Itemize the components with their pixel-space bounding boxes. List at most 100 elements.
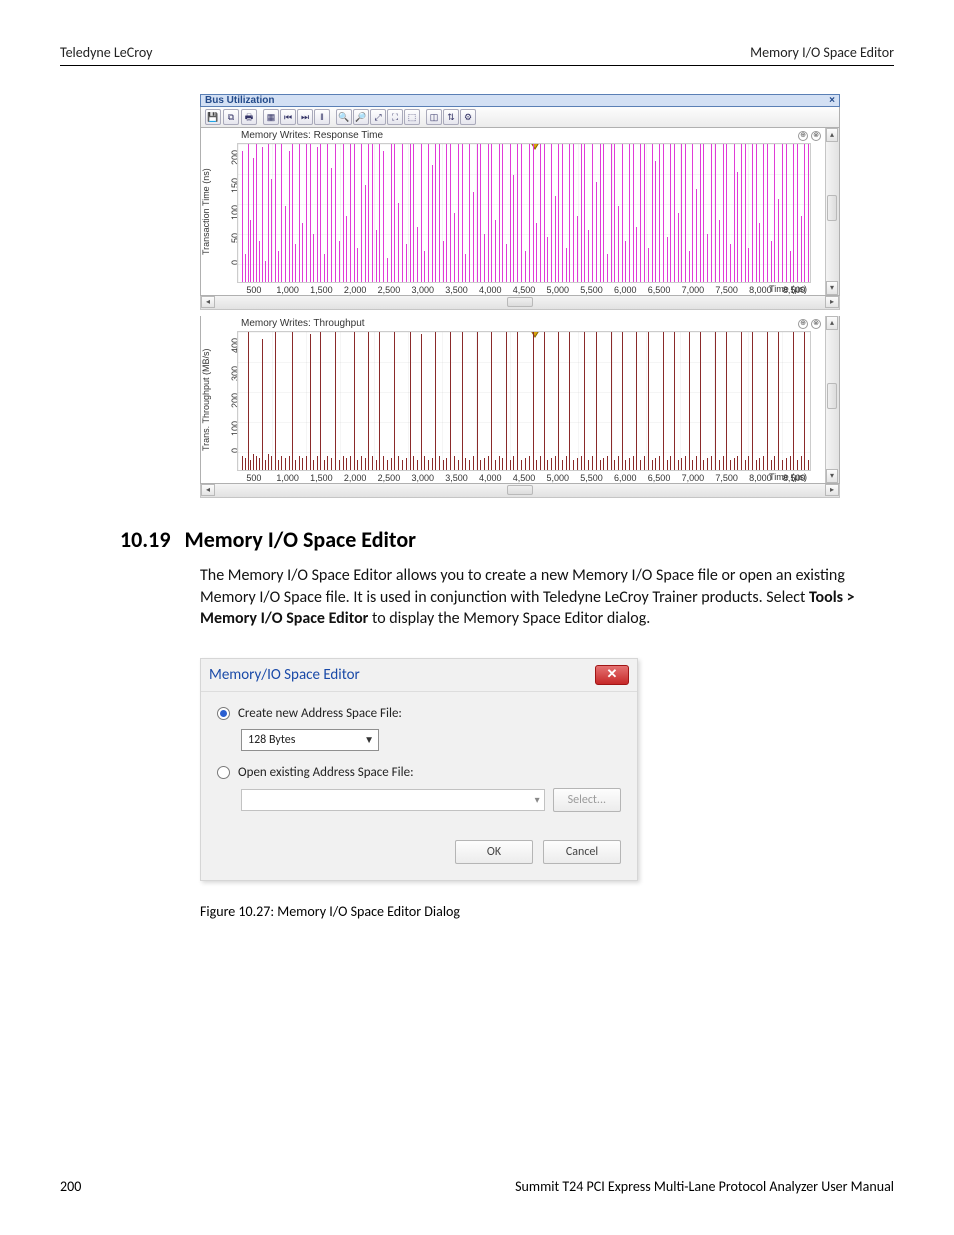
scroll-thumb[interactable] (507, 485, 533, 495)
expand-icon[interactable]: ⬚ (404, 109, 420, 125)
radio-open[interactable] (217, 766, 230, 779)
size-combobox[interactable]: 128 Bytes ▼ (241, 729, 379, 751)
section-title: Memory I/O Space Editor (184, 526, 416, 553)
scroll-right-icon[interactable]: ▸ (825, 296, 839, 308)
scroll-up-icon[interactable]: ▴ (826, 128, 838, 142)
close-icon[interactable]: × (829, 95, 835, 106)
layout-icon[interactable]: ◫ (426, 109, 442, 125)
data-spike (703, 460, 704, 470)
chart-1-hscroll[interactable]: ◂ ▸ (200, 484, 840, 498)
data-spike (265, 261, 266, 282)
data-spike (383, 151, 384, 282)
data-spike (281, 456, 282, 470)
data-spike (644, 144, 645, 282)
data-spike (536, 460, 537, 470)
zoom-in-icon[interactable]: 🔍 (336, 109, 352, 125)
data-spike (555, 196, 556, 282)
data-spike (786, 144, 787, 282)
settings-icon[interactable]: ⚙ (460, 109, 476, 125)
cancel-button[interactable]: Cancel (543, 840, 621, 864)
data-spike (737, 172, 738, 282)
scroll-thumb[interactable] (827, 195, 837, 221)
close-chart-icon[interactable]: ⊗ (811, 131, 821, 141)
zoom-fit-icon[interactable]: ⛶ (387, 109, 403, 125)
expand-chart-icon[interactable]: ⊕ (798, 319, 808, 329)
data-spike (250, 220, 251, 282)
page-header: Teledyne LeCroy Memory I/O Space Editor (60, 44, 894, 66)
chart-vscroll[interactable]: ▴▾ (825, 128, 839, 295)
print-icon[interactable]: 🖶 (241, 109, 257, 125)
dialog-title: Memory/IO Space Editor (209, 666, 360, 684)
file-combobox[interactable]: ▾ (241, 789, 545, 811)
data-spike (681, 458, 682, 470)
data-spike (317, 147, 318, 282)
chart-0-hscroll[interactable]: ◂ ▸ (200, 296, 840, 310)
skip-back-icon[interactable]: ⏮ (280, 109, 296, 125)
plot-area[interactable] (237, 143, 811, 283)
data-spike (588, 230, 589, 282)
scroll-down-icon[interactable]: ▾ (826, 469, 838, 483)
data-spike (622, 144, 623, 282)
save-icon[interactable]: 💾 (205, 109, 221, 125)
scroll-thumb[interactable] (507, 297, 533, 307)
header-left: Teledyne LeCroy (60, 44, 153, 61)
grid-icon[interactable]: ▦ (263, 109, 279, 125)
data-spike (473, 456, 474, 470)
file-row: ▾ Select... (241, 788, 621, 812)
close-chart-icon[interactable]: ⊗ (811, 319, 821, 329)
select-button[interactable]: Select... (553, 788, 621, 812)
data-spike (756, 144, 757, 282)
data-spike (774, 456, 775, 470)
data-spike (331, 168, 332, 282)
copy-icon[interactable]: ⧉ (223, 109, 239, 125)
data-spike (737, 456, 738, 470)
create-option-row[interactable]: Create new Address Space File: (217, 706, 621, 721)
data-spike (607, 456, 608, 470)
data-spike (793, 144, 794, 282)
chart-title: Memory Writes: Response Time (241, 130, 383, 141)
data-spike (614, 144, 615, 282)
expand-chart-icon[interactable]: ⊕ (798, 131, 808, 141)
data-spike (614, 460, 615, 470)
data-spike (790, 456, 791, 470)
data-spike (306, 144, 307, 282)
chart-vscroll[interactable]: ▴▾ (825, 316, 839, 483)
data-spike (636, 332, 637, 470)
sort-icon[interactable]: ⇅ (443, 109, 459, 125)
zoom-sel-icon[interactable]: ⤢ (370, 109, 386, 125)
columns-icon[interactable]: ‖ (314, 109, 330, 125)
y-axis-label: Trans. Throughput (MB/s) (201, 316, 215, 483)
data-spike (462, 332, 463, 470)
data-spike (763, 456, 764, 470)
open-option-row[interactable]: Open existing Address Space File: (217, 765, 621, 780)
y-axis-label: Transaction Time (ns) (201, 128, 215, 295)
data-spike (376, 460, 377, 470)
scroll-down-icon[interactable]: ▾ (826, 281, 838, 295)
data-spike (726, 332, 727, 470)
skip-forward-icon[interactable]: ⏭ (297, 109, 313, 125)
close-icon[interactable]: ✕ (595, 665, 629, 685)
data-spike (368, 332, 369, 470)
zoom-out-icon[interactable]: 🔎 (353, 109, 369, 125)
data-spike (391, 144, 392, 282)
scroll-thumb[interactable] (827, 383, 837, 409)
data-spike (633, 456, 634, 470)
plot-area[interactable] (237, 331, 811, 471)
data-spike (782, 144, 783, 282)
data-spike (299, 144, 300, 282)
data-spike (320, 144, 321, 282)
data-spike (302, 223, 303, 282)
scroll-left-icon[interactable]: ◂ (201, 484, 215, 496)
ok-button[interactable]: OK (455, 840, 533, 864)
scroll-right-icon[interactable]: ▸ (825, 484, 839, 496)
data-spike (663, 332, 664, 470)
scroll-up-icon[interactable]: ▴ (826, 316, 838, 330)
data-spike (335, 144, 336, 282)
data-spike (339, 460, 340, 470)
scroll-left-icon[interactable]: ◂ (201, 296, 215, 308)
data-spike (681, 144, 682, 282)
x-axis-ticks: 5001,0001,5002,0002,5003,0003,5004,0004,… (237, 471, 811, 483)
data-spike (685, 144, 686, 282)
radio-create[interactable] (217, 707, 230, 720)
data-spike (748, 456, 749, 470)
